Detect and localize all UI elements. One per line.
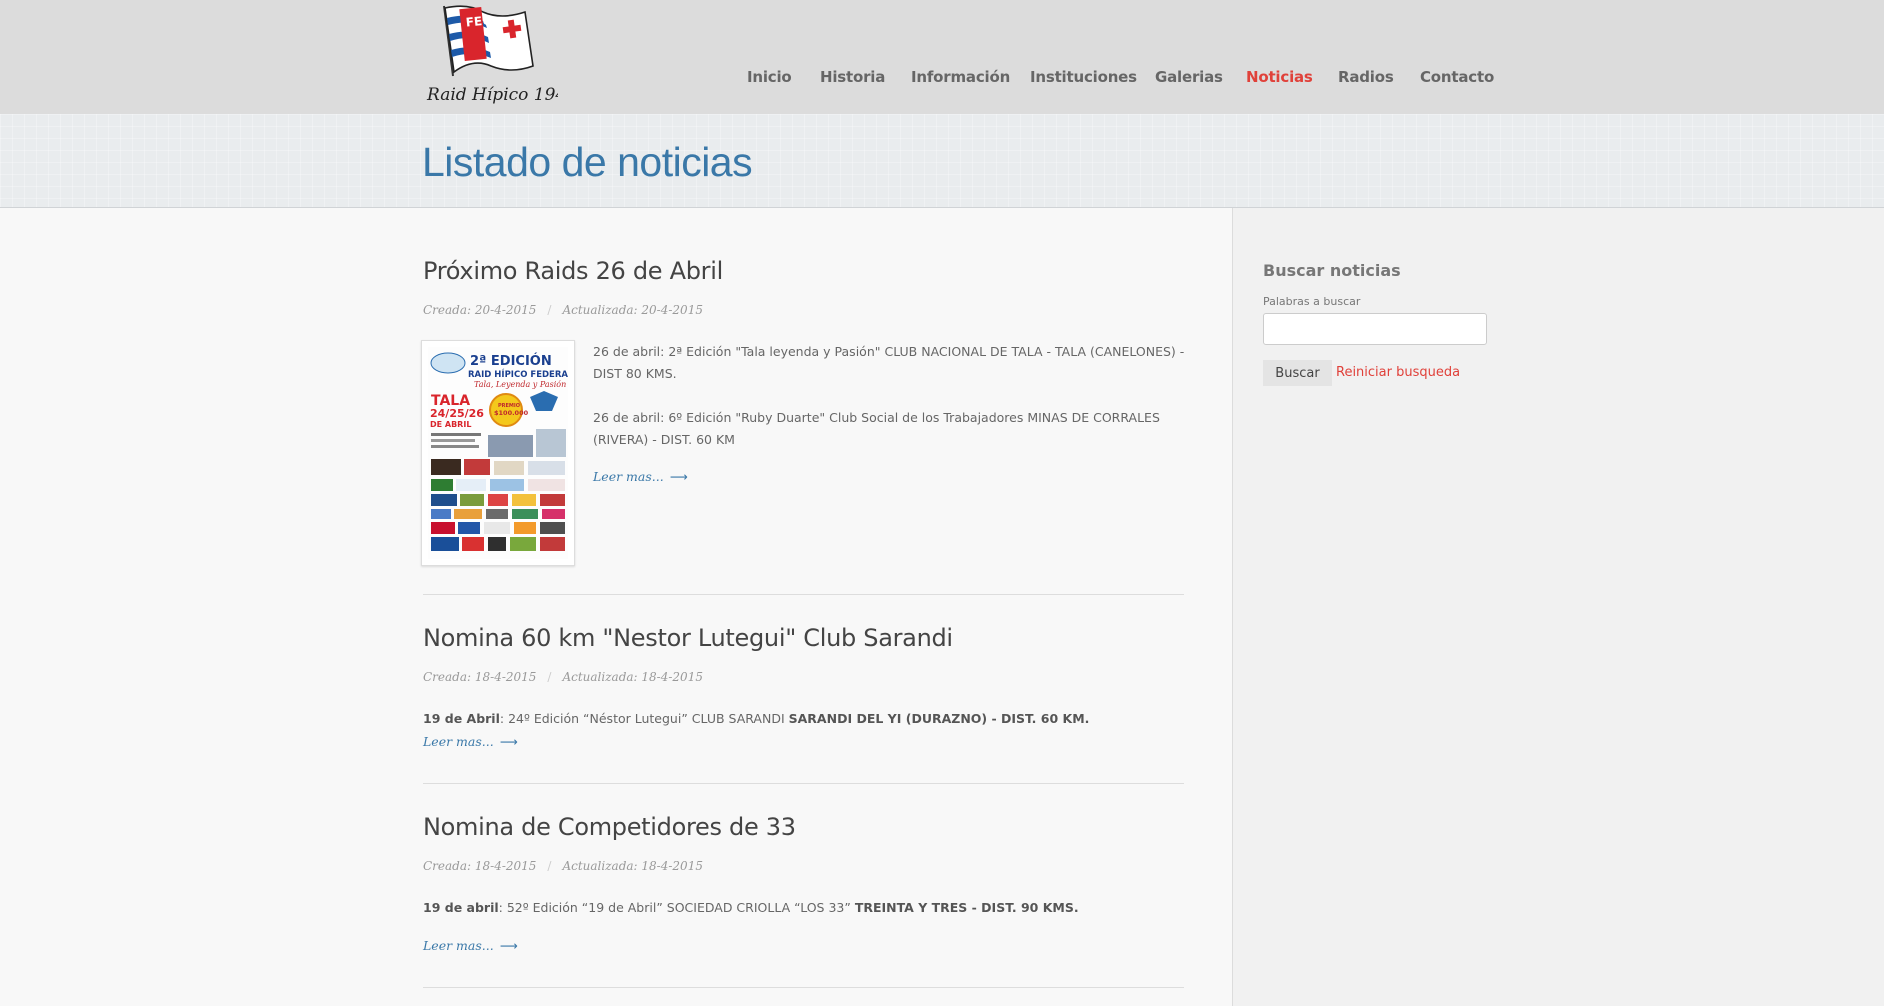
- svg-text:Raid Hípico 1944: Raid Hípico 1944: [426, 85, 558, 105]
- reset-search-link[interactable]: Reiniciar busqueda: [1336, 365, 1460, 380]
- created-date: Creada: 18-4-2015: [423, 670, 537, 684]
- search-input[interactable]: [1263, 313, 1487, 345]
- created-date: Creada: 20-4-2015: [423, 303, 537, 317]
- site-logo[interactable]: FEU Raid Hípico 1944: [423, 2, 577, 112]
- article-meta: Creada: 18-4-2015 / Actualizada: 18-4-2015: [423, 670, 703, 684]
- nav-informacion[interactable]: Información: [911, 68, 1010, 86]
- updated-date: Actualizada: 18-4-2015: [562, 670, 703, 684]
- svg-text:DE ABRIL: DE ABRIL: [430, 420, 471, 429]
- svg-text:2ª EDICIÓN: 2ª EDICIÓN: [470, 353, 552, 369]
- article-date: 19 de Abril: [423, 711, 500, 726]
- arrow-right-icon: ⟶: [499, 938, 518, 953]
- meta-separator: /: [547, 670, 552, 684]
- article-location: SARANDI DEL YI (DURAZNO) - DIST. 60 KM.: [788, 711, 1090, 726]
- arrow-right-icon: ⟶: [669, 469, 688, 484]
- event-poster-image: 2ª EDICIÓN RAID HÍPICO FEDERADO Tala, Le…: [428, 347, 568, 559]
- nav-historia[interactable]: Historia: [820, 68, 885, 86]
- nav-noticias[interactable]: Noticias: [1246, 68, 1313, 86]
- read-more-link[interactable]: Leer mas... ⟶: [423, 938, 518, 953]
- svg-text:Tala, Leyenda y Pasión: Tala, Leyenda y Pasión: [474, 380, 566, 389]
- article-body: 19 de Abril: 24º Edición “Néstor Lutegui…: [423, 708, 1184, 730]
- article-divider: [423, 594, 1184, 595]
- logo-flag-icon: FEU Raid Hípico 1944: [426, 5, 577, 105]
- search-label: Palabras a buscar: [1263, 295, 1361, 308]
- arrow-right-icon: ⟶: [499, 734, 518, 749]
- meta-separator: /: [547, 303, 552, 317]
- article-thumbnail[interactable]: 2ª EDICIÓN RAID HÍPICO FEDERADO Tala, Le…: [421, 340, 575, 566]
- svg-text:RAID HÍPICO FEDERADO: RAID HÍPICO FEDERADO: [468, 368, 568, 380]
- article-body: 26 de abril: 2ª Edición "Tala leyenda y …: [593, 341, 1185, 451]
- meta-separator: /: [547, 859, 552, 873]
- article-paragraph: 26 de abril: 6º Edición "Ruby Duarte" Cl…: [593, 410, 1160, 447]
- svg-text:$100.000: $100.000: [494, 409, 529, 417]
- article-location: TREINTA Y TRES - DIST. 90 KMS.: [854, 900, 1079, 915]
- article-divider: [423, 783, 1184, 784]
- nav-radios[interactable]: Radios: [1338, 68, 1394, 86]
- updated-date: Actualizada: 18-4-2015: [562, 859, 703, 873]
- page-title: Listado de noticias: [422, 139, 753, 185]
- article-title[interactable]: Nomina 60 km "Nestor Lutegui" Club Saran…: [423, 624, 1184, 652]
- read-more-label: Leer mas...: [423, 938, 494, 953]
- article-text: : 52º Edición “19 de Abril” SOCIEDAD CRI…: [498, 900, 855, 915]
- svg-text:FEU: FEU: [465, 13, 492, 30]
- article-paragraph: 26 de abril: 2ª Edición "Tala leyenda y …: [593, 344, 1185, 381]
- article-meta: Creada: 18-4-2015 / Actualizada: 18-4-2015: [423, 859, 703, 873]
- nav-inicio[interactable]: Inicio: [747, 68, 792, 86]
- article-divider: [423, 987, 1184, 988]
- nav-instituciones[interactable]: Instituciones: [1030, 68, 1137, 86]
- read-more-label: Leer mas...: [423, 734, 494, 749]
- updated-date: Actualizada: 20-4-2015: [562, 303, 703, 317]
- created-date: Creada: 18-4-2015: [423, 859, 537, 873]
- article-title[interactable]: Nomina de Competidores de 33: [423, 813, 1184, 841]
- article-meta: Creada: 20-4-2015 / Actualizada: 20-4-2015: [423, 303, 703, 317]
- article-title[interactable]: Próximo Raids 26 de Abril: [423, 257, 1184, 285]
- read-more-label: Leer mas...: [593, 469, 664, 484]
- nav-contacto[interactable]: Contacto: [1420, 68, 1494, 86]
- article-text: : 24º Edición “Néstor Lutegui” CLUB SARA…: [499, 711, 789, 726]
- article-body: 19 de abril: 52º Edición “19 de Abril” S…: [423, 897, 1184, 919]
- site-header: FEU Raid Hípico 1944 Inicio Historia Inf…: [0, 0, 1884, 114]
- svg-text:24/25/26: 24/25/26: [430, 407, 484, 420]
- search-button[interactable]: Buscar: [1263, 360, 1332, 386]
- search-title: Buscar noticias: [1263, 261, 1401, 280]
- article-date: 19 de abril: [423, 900, 499, 915]
- read-more-link[interactable]: Leer mas... ⟶: [423, 734, 518, 749]
- page-title-bar: Listado de noticias: [0, 114, 1884, 208]
- main-nav: Inicio Historia Información Institucione…: [0, 68, 1884, 88]
- read-more-link[interactable]: Leer mas... ⟶: [593, 469, 688, 484]
- nav-galerias[interactable]: Galerias: [1155, 68, 1223, 86]
